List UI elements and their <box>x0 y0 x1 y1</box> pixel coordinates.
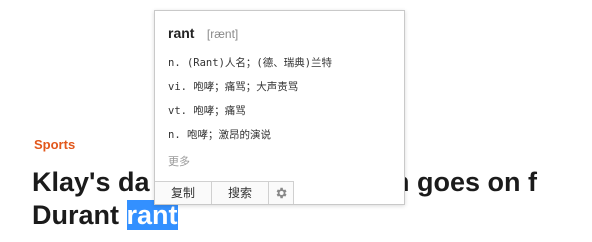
popup-word: rant <box>168 25 195 41</box>
copy-button[interactable]: 复制 <box>155 182 212 204</box>
definition-item: vt. 咆哮；痛骂 <box>168 105 246 117</box>
gear-icon <box>276 187 287 199</box>
more-link[interactable]: 更多 <box>168 153 190 169</box>
dictionary-popup: rant [rænt] n. (Rant)人名；(德、瑞典)兰特 vi. 咆哮；… <box>154 10 405 205</box>
definition-item: vi. 咆哮；痛骂；大声责骂 <box>168 81 299 93</box>
popup-phonetic: [rænt] <box>206 27 239 41</box>
definition-list: n. (Rant)人名；(德、瑞典)兰特 vi. 咆哮；痛骂；大声责骂 vt. … <box>168 56 332 152</box>
definition-item: n. 咆哮；激昂的演说 <box>168 129 271 141</box>
headline-text-before: Durant <box>32 200 127 230</box>
definition-item: n. (Rant)人名；(德、瑞典)兰特 <box>168 57 333 69</box>
search-button[interactable]: 搜索 <box>212 182 269 204</box>
settings-button[interactable] <box>269 182 293 204</box>
headline-text-start: Klay's da <box>32 167 150 197</box>
section-label[interactable]: Sports <box>34 137 75 152</box>
word-header: rant [rænt] <box>168 25 238 43</box>
popup-toolbar: 复制 搜索 <box>155 181 294 204</box>
